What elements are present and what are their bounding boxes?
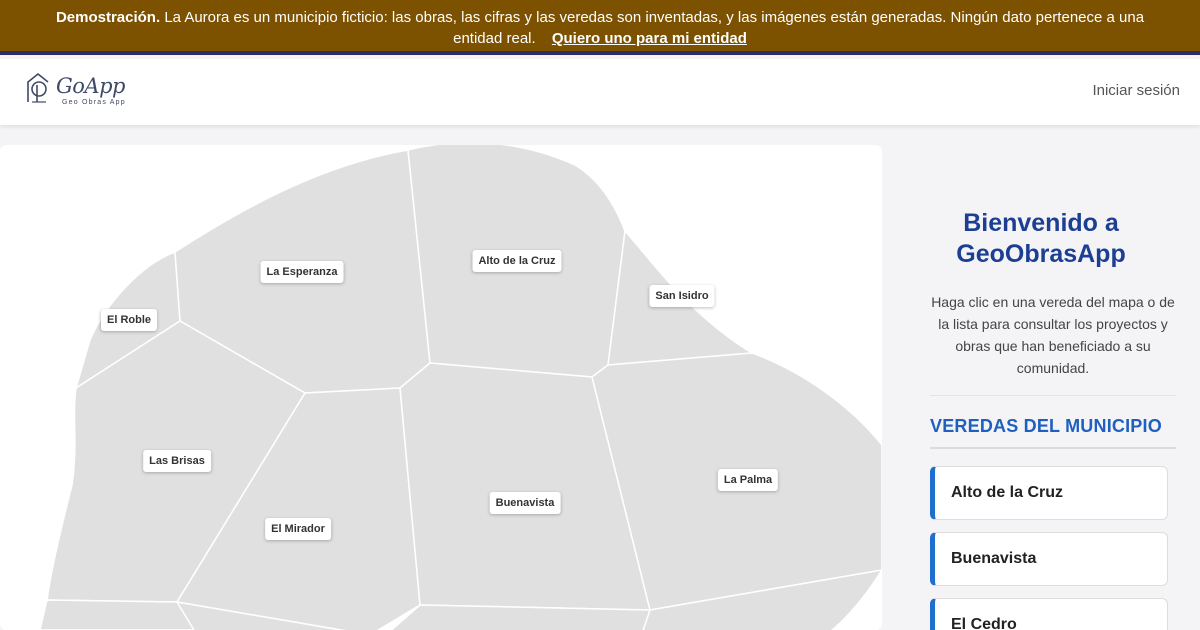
- login-link[interactable]: Iniciar sesión: [1092, 82, 1180, 99]
- veredas-section-title: VEREDAS DEL MUNICIPIO: [930, 416, 1162, 436]
- map-label-la-esperanza[interactable]: La Esperanza: [260, 261, 344, 283]
- logo-subtitle: Geo Obras App: [62, 99, 126, 106]
- map-label-el-roble[interactable]: El Roble: [100, 309, 158, 331]
- vereda-south-middle[interactable]: [380, 604, 652, 630]
- map-label-el-mirador[interactable]: El Mirador: [265, 518, 331, 540]
- request-entity-link[interactable]: Quiero uno para mi entidad: [552, 30, 747, 47]
- logo-mark-icon: [27, 72, 49, 103]
- navbar: GoApp Geo Obras App Iniciar sesión: [0, 59, 1200, 125]
- list-item-buenavista[interactable]: Buenavista: [930, 532, 1168, 586]
- welcome-text: Haga clic en una vereda del mapa o de la…: [931, 294, 1175, 376]
- goapp-logo[interactable]: GoApp Geo Obras App: [24, 72, 134, 112]
- banner-bold-label: Demostración.: [55, 9, 161, 26]
- logo-text: GoApp: [56, 74, 125, 98]
- list-item-el-cedro[interactable]: El Cedro: [930, 598, 1168, 630]
- map-label-alto-de-la-cruz[interactable]: Alto de la Cruz: [472, 250, 562, 272]
- section-underline: [930, 447, 1176, 449]
- welcome-title: Bienvenido a GeoObrasApp: [956, 209, 1126, 268]
- map-label-la-palma[interactable]: La Palma: [717, 469, 779, 491]
- demo-banner: Demostración. La Aurora es un municipio …: [0, 0, 1200, 55]
- map-label-buenavista[interactable]: Buenavista: [489, 492, 561, 514]
- list-item-alto-de-la-cruz[interactable]: Alto de la Cruz: [930, 466, 1168, 520]
- municipality-map: [39, 145, 882, 630]
- map-panel: La Esperanza Alto de la Cruz San Isidro …: [0, 145, 882, 630]
- map-label-las-brisas[interactable]: Las Brisas: [143, 450, 211, 472]
- sidebar-divider: [930, 395, 1176, 396]
- map-label-san-isidro[interactable]: San Isidro: [649, 285, 715, 307]
- sidebar: Bienvenido a GeoObrasApp Haga clic en un…: [882, 125, 1200, 630]
